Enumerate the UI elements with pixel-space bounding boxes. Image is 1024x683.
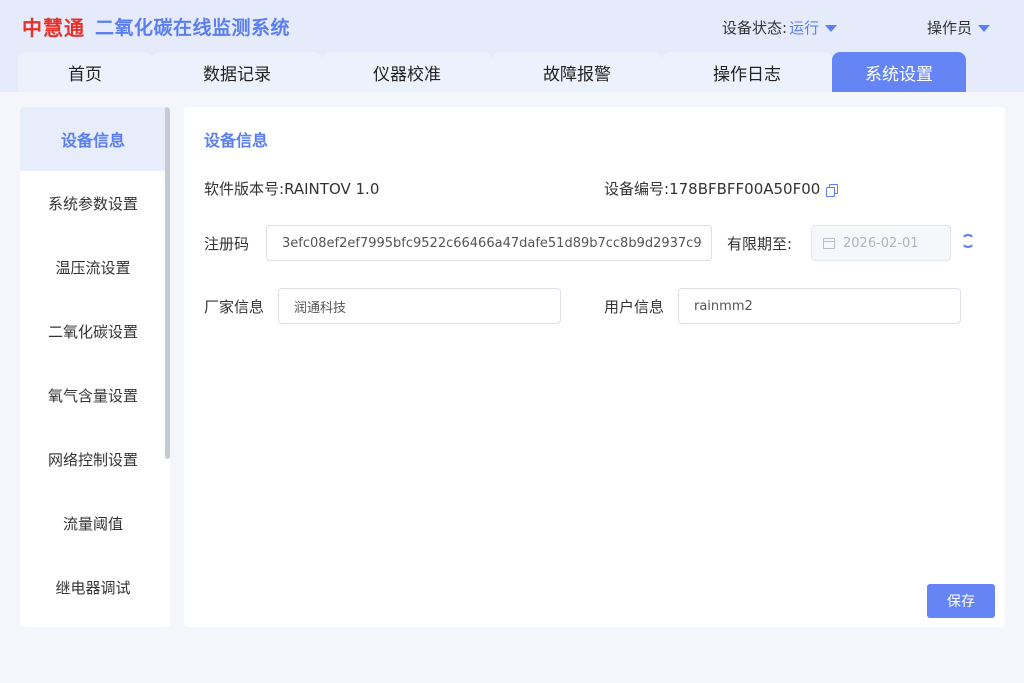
sidebar-item-label: 流量阈值 — [62, 514, 123, 533]
tab-alarms[interactable]: 故障报警 — [492, 52, 662, 92]
tab-label: 操作日志 — [713, 64, 781, 85]
user-info-input[interactable]: rainmm2 — [678, 288, 961, 324]
brand: 中慧通 二氧化碳在线监测系统 — [22, 12, 290, 40]
vendor-value: 润通科技 — [294, 300, 347, 316]
tab-calibration[interactable]: 仪器校准 — [322, 52, 492, 92]
tab-system-settings[interactable]: 系统设置 — [832, 52, 966, 92]
caret-down-icon — [978, 24, 991, 32]
device-status-dropdown[interactable]: 设备状态: 运行 — [722, 16, 838, 38]
device-info-panel: 设备信息 软件版本号:RAINTOV 1.0 设备编号:178BFBFF00A5… — [184, 107, 1005, 627]
user-info-label: 用户信息 — [604, 298, 665, 316]
refresh-icon[interactable] — [961, 234, 975, 248]
sidebar-item-label: 设备信息 — [60, 131, 125, 150]
sidebar-item-flow-threshold[interactable]: 流量阈值 — [20, 491, 166, 555]
expiry-date-picker[interactable]: 2026-02-01 — [811, 225, 951, 261]
caret-down-icon — [825, 24, 838, 32]
user-menu[interactable]: 操作员 — [927, 16, 991, 38]
app-title: 二氧化碳在线监测系统 — [95, 16, 291, 39]
device-status-value: 运行 — [789, 18, 820, 37]
save-button[interactable]: 保存 — [927, 584, 995, 618]
tab-operation-log[interactable]: 操作日志 — [662, 52, 832, 92]
device-id-label: 设备编号: — [604, 180, 670, 198]
tab-data-records[interactable]: 数据记录 — [152, 52, 322, 92]
settings-sidebar: 设备信息 系统参数设置 温压流设置 二氧化碳设置 氧气含量设置 网络控制设置 流… — [20, 107, 170, 627]
expiry-value: 2026-02-01 — [843, 235, 919, 251]
sidebar-item-label: 继电器调试 — [55, 578, 131, 597]
sidebar-item-relay[interactable]: 继电器调试 — [20, 555, 166, 619]
device-status-label: 设备状态: — [722, 18, 788, 37]
sidebar-item-system-params[interactable]: 系统参数设置 — [20, 171, 166, 235]
vendor-input[interactable]: 润通科技 — [278, 288, 561, 324]
reg-code-label: 注册码 — [204, 235, 250, 253]
sidebar-item-device-info[interactable]: 设备信息 — [20, 107, 166, 171]
expiry-label: 有限期至: — [727, 235, 793, 253]
sidebar-item-co2[interactable]: 二氧化碳设置 — [20, 299, 166, 363]
main-tabs: 首页 数据记录 仪器校准 故障报警 操作日志 系统设置 — [18, 52, 1006, 92]
calendar-icon — [823, 237, 835, 249]
sidebar-item-label: 二氧化碳设置 — [47, 322, 138, 341]
tab-home[interactable]: 首页 — [18, 52, 152, 92]
reg-code-value: 3efc08ef2ef7995bfc9522c66466a47dafe51d89… — [282, 235, 702, 251]
panel-title: 设备信息 — [204, 131, 269, 150]
software-version: 软件版本号:RAINTOV 1.0 — [204, 178, 379, 199]
tab-label: 仪器校准 — [373, 64, 441, 85]
software-version-value: RAINTOV 1.0 — [284, 180, 380, 198]
tab-label: 故障报警 — [543, 64, 611, 85]
tab-label: 系统设置 — [865, 64, 933, 85]
sidebar-item-network[interactable]: 网络控制设置 — [20, 427, 166, 491]
device-id: 设备编号:178BFBFF00A50F00 — [604, 178, 839, 199]
sidebar-scrollbar[interactable] — [165, 107, 170, 459]
sidebar-item-label: 氧气含量设置 — [47, 386, 138, 405]
vendor-label: 厂家信息 — [204, 298, 265, 316]
tab-label: 首页 — [68, 64, 102, 85]
copy-icon[interactable] — [826, 183, 839, 197]
software-version-label: 软件版本号: — [204, 180, 285, 198]
brand-logo: 中慧通 — [22, 15, 85, 40]
header: 中慧通 二氧化碳在线监测系统 设备状态: 运行 操作员 首页 数据记录 仪器校准… — [0, 0, 1024, 92]
sidebar-item-label: 网络控制设置 — [47, 450, 138, 469]
user-info-value: rainmm2 — [694, 298, 753, 314]
user-label: 操作员 — [927, 18, 973, 37]
reg-code-input[interactable]: 3efc08ef2ef7995bfc9522c66466a47dafe51d89… — [266, 225, 712, 261]
device-id-value: 178BFBFF00A50F00 — [669, 180, 821, 198]
sidebar-item-temp-pressure-flow[interactable]: 温压流设置 — [20, 235, 166, 299]
sidebar-item-label: 温压流设置 — [55, 258, 131, 277]
tab-label: 数据记录 — [203, 64, 271, 85]
sidebar-item-label: 系统参数设置 — [47, 194, 138, 213]
sidebar-item-oxygen[interactable]: 氧气含量设置 — [20, 363, 166, 427]
